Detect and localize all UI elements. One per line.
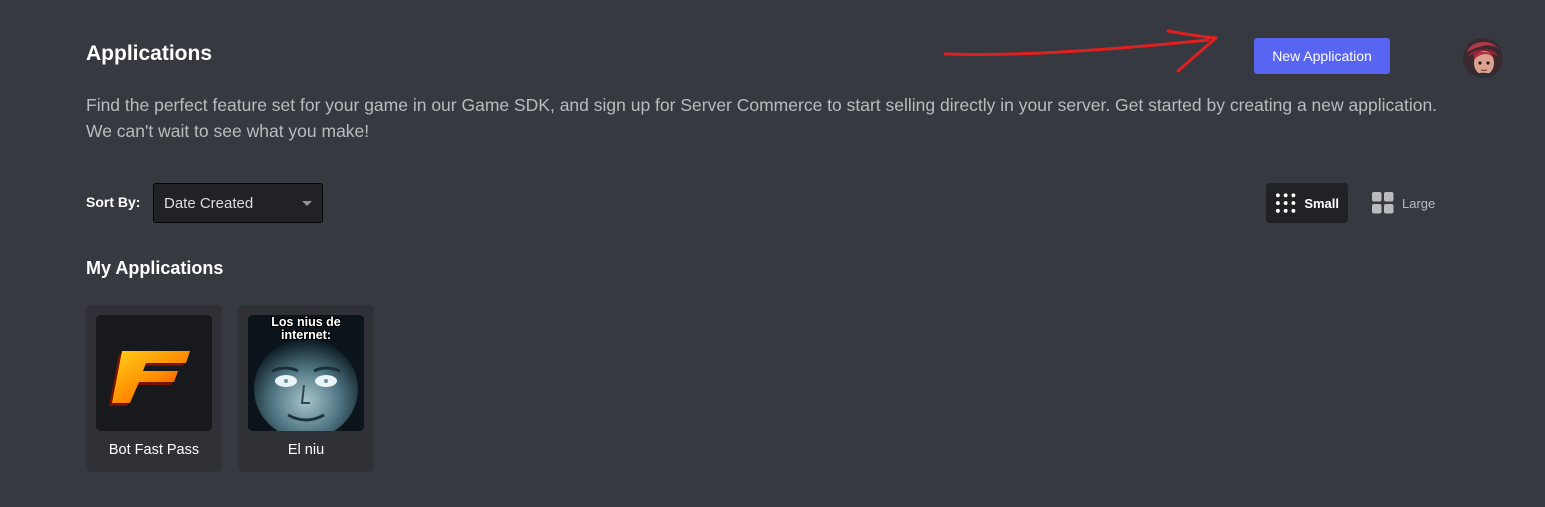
app-icon: Los nius de internet:	[248, 315, 364, 431]
avatar-image	[1463, 38, 1503, 78]
sort-by-label: Sort By:	[86, 194, 141, 210]
sort-selected-value: Date Created	[164, 194, 254, 212]
page-description: Find the perfect feature set for your ga…	[86, 95, 1438, 141]
small-grid-icon	[1275, 193, 1296, 213]
orange-f-logo	[96, 315, 212, 431]
sort-dropdown[interactable]: Date Created	[153, 183, 323, 223]
chevron-down-icon	[302, 201, 312, 206]
page-title: Applications	[86, 42, 213, 65]
applications-page: Applications New Application Find the pe…	[0, 0, 1545, 507]
view-large-label: Large	[1402, 195, 1436, 211]
user-avatar[interactable]	[1463, 38, 1503, 78]
app-icon	[96, 315, 212, 431]
new-application-button[interactable]: New Application	[1254, 38, 1390, 74]
app-name: Bot Fast Pass	[108, 442, 200, 458]
app-card-bot-fast-pass[interactable]: Bot Fast Pass	[86, 305, 222, 472]
red-arrow-annotation	[943, 29, 1218, 73]
meme-caption: Los nius de internet:	[271, 315, 341, 342]
app-card-el-niu[interactable]: Los nius de internet: El niu	[238, 305, 374, 472]
my-applications-heading: My Applications	[86, 258, 224, 278]
large-grid-icon	[1372, 192, 1394, 214]
view-small-label: Small	[1304, 195, 1339, 211]
app-name: El niu	[287, 442, 325, 458]
view-small-toggle[interactable]: Small	[1266, 183, 1348, 223]
view-large-toggle[interactable]: Large	[1363, 183, 1451, 223]
